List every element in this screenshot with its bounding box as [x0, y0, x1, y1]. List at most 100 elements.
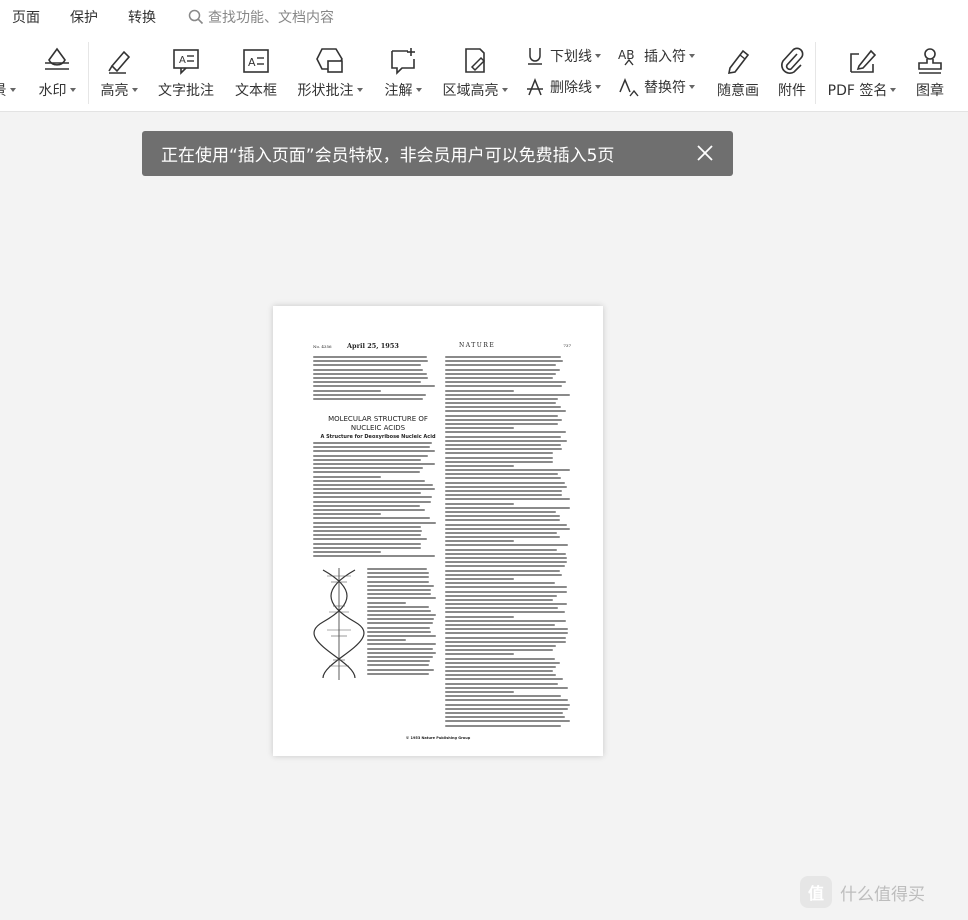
text-line	[445, 435, 561, 438]
text-line	[445, 632, 569, 635]
text-line	[367, 639, 406, 642]
text-line	[445, 686, 569, 689]
text-line	[313, 442, 433, 444]
attachment-tool[interactable]: 附件	[772, 34, 812, 112]
text-line	[313, 467, 424, 470]
text-line	[445, 716, 565, 719]
area-highlight-tool[interactable]: 区域高亮	[438, 34, 512, 112]
text-line	[313, 458, 421, 461]
underline-tool[interactable]: 下划线	[524, 43, 601, 69]
text-line	[445, 490, 563, 492]
text-line	[367, 626, 430, 629]
annotation-tool[interactable]: 注解	[380, 34, 426, 112]
text-line	[313, 555, 435, 558]
text-line	[445, 724, 561, 727]
text-line	[445, 552, 566, 555]
text-line	[445, 628, 569, 631]
text-line	[445, 372, 556, 375]
replace-char-tool[interactable]: 替换符	[618, 74, 695, 100]
text-line	[445, 707, 569, 710]
text-line	[445, 598, 554, 601]
text-line	[367, 614, 437, 617]
replace-char-label: 替换符	[644, 80, 686, 96]
menu-convert[interactable]: 转换	[128, 7, 156, 27]
text-line	[313, 393, 426, 396]
page-header: No. 4356 April 25, 1953 NATURE 737	[313, 342, 571, 352]
freehand-tool[interactable]: 随意画	[712, 34, 764, 112]
text-line	[445, 456, 554, 459]
text-comment-tool[interactable]: A 文字批注	[154, 34, 218, 112]
text-line	[445, 711, 564, 714]
text-line	[313, 504, 420, 507]
text-line	[313, 446, 430, 449]
text-line	[367, 605, 429, 608]
text-line	[445, 427, 515, 430]
top-menu-bar: 页面 保护 转换 查找功能、文档内容	[0, 0, 968, 34]
text-line	[367, 664, 429, 667]
text-line	[313, 389, 382, 392]
document-page[interactable]: No. 4356 April 25, 1953 NATURE 737 MOLEC…	[273, 306, 603, 756]
text-column-left-top	[313, 356, 437, 402]
text-line	[445, 670, 554, 673]
text-line	[445, 607, 559, 610]
text-line	[445, 385, 563, 388]
watermark-tool[interactable]: 水印	[34, 34, 80, 112]
text-line	[313, 488, 435, 491]
svg-text:A: A	[179, 55, 186, 66]
article-title-line2: NUCLEIC ACIDS	[350, 424, 406, 432]
text-line	[445, 515, 560, 518]
shape-comment-tool[interactable]: 形状批注	[292, 34, 368, 112]
menu-page[interactable]: 页面	[12, 7, 40, 27]
issue-date: April 25, 1953	[347, 342, 399, 350]
text-line	[445, 460, 554, 463]
text-line	[313, 356, 428, 358]
text-line	[445, 464, 515, 467]
dna-double-helix-figure	[313, 568, 365, 680]
watermark-label: 水印	[38, 83, 67, 99]
background-tool-partial[interactable]: 景	[0, 34, 16, 112]
text-line	[445, 640, 566, 643]
menu-protect[interactable]: 保护	[70, 7, 98, 27]
text-line	[445, 376, 554, 379]
page-footer: © 1953 Nature Publishing Group	[405, 736, 471, 740]
text-line	[367, 630, 432, 633]
text-line	[313, 454, 429, 457]
text-line	[445, 665, 556, 668]
stamp-icon	[918, 48, 942, 74]
text-line	[445, 644, 556, 647]
text-comment-label: 文字批注	[158, 83, 214, 99]
text-line	[367, 572, 430, 575]
svg-text:AB: AB	[618, 48, 634, 62]
insert-char-tool[interactable]: AB 插入符	[618, 43, 695, 69]
background-label: 景	[0, 80, 7, 100]
annotation-label: 注解	[384, 83, 413, 99]
close-icon[interactable]	[695, 143, 715, 163]
text-line	[367, 643, 437, 646]
text-column-left-bottom	[367, 568, 437, 677]
area-highlight-label: 区域高亮	[442, 83, 499, 99]
stamp-tool[interactable]: 图章	[908, 34, 952, 112]
text-line	[313, 471, 420, 474]
text-line	[445, 590, 568, 593]
highlight-tool[interactable]: 高亮	[96, 34, 142, 112]
search-box[interactable]: 查找功能、文档内容	[188, 7, 334, 27]
text-line	[445, 691, 515, 693]
text-line	[445, 360, 564, 363]
text-line	[313, 525, 421, 528]
text-line	[313, 364, 421, 367]
text-box-tool[interactable]: A 文本框	[230, 34, 282, 112]
pen-icon	[727, 49, 750, 74]
freehand-label: 随意画	[717, 83, 759, 99]
text-line	[445, 410, 566, 413]
text-line	[313, 376, 429, 379]
text-line	[445, 519, 560, 522]
strikethrough-tool[interactable]: 删除线	[524, 74, 601, 100]
text-line	[367, 660, 430, 663]
text-line	[445, 402, 556, 405]
text-line	[367, 618, 434, 621]
pdf-sign-tool[interactable]: PDF 签名	[824, 34, 900, 112]
text-line	[313, 385, 435, 388]
text-line	[445, 452, 554, 455]
text-line	[367, 635, 436, 637]
text-line	[445, 678, 564, 681]
